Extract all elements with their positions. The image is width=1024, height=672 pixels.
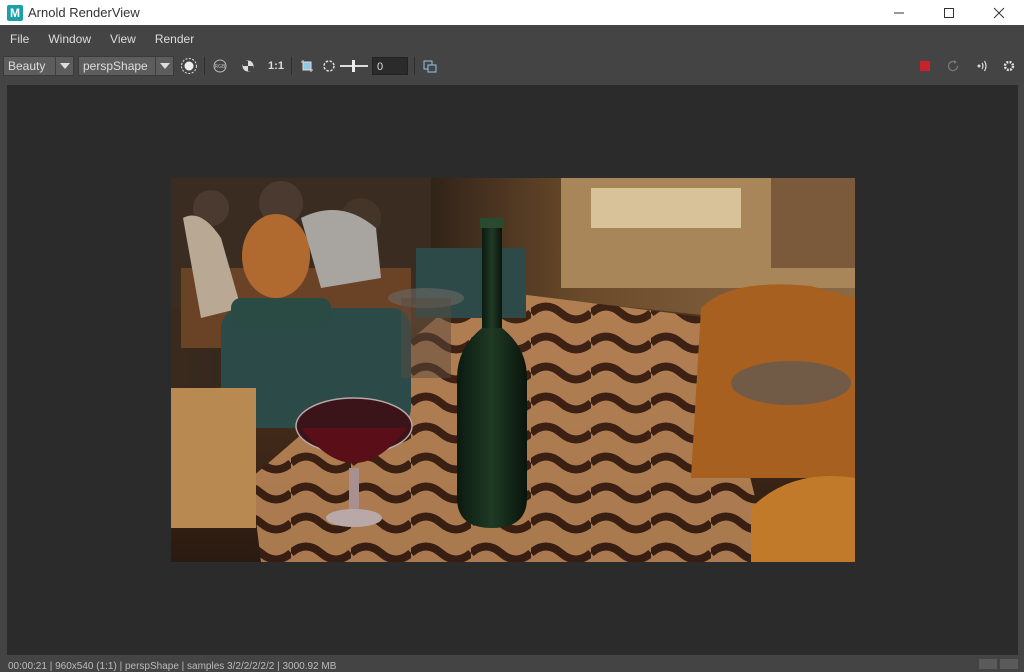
menu-render[interactable]: Render bbox=[145, 32, 203, 46]
crop-region-button[interactable] bbox=[296, 55, 318, 77]
status-text: 00:00:21 | 960x540 (1:1) | perspShape | … bbox=[8, 661, 337, 672]
rgb-channel-button[interactable]: RGB bbox=[209, 55, 231, 77]
status-toggle-icon[interactable] bbox=[1000, 659, 1018, 669]
window-title: Arnold RenderView bbox=[28, 5, 140, 20]
settings-button[interactable] bbox=[998, 55, 1020, 77]
toolbar-separator bbox=[204, 56, 205, 75]
close-icon bbox=[993, 7, 1005, 18]
minimize-icon bbox=[894, 12, 904, 13]
checker-icon bbox=[242, 60, 254, 71]
snapshot-icon bbox=[423, 60, 437, 72]
menu-window[interactable]: Window bbox=[38, 32, 100, 46]
minimize-button[interactable] bbox=[874, 0, 924, 25]
chevron-down-icon bbox=[55, 56, 73, 75]
camera-dropdown[interactable]: perspShape bbox=[78, 55, 174, 76]
maximize-icon bbox=[944, 7, 954, 18]
stop-render-button[interactable] bbox=[914, 55, 936, 77]
status-bar: 00:00:21 | 960x540 (1:1) | perspShape | … bbox=[0, 656, 1024, 672]
title-bar: M Arnold RenderView bbox=[0, 0, 1024, 25]
display-button[interactable] bbox=[178, 55, 200, 77]
exposure-button[interactable] bbox=[318, 55, 340, 77]
aov-selected: Beauty bbox=[8, 58, 46, 73]
window-controls bbox=[874, 0, 1024, 25]
refresh-render-button[interactable] bbox=[942, 55, 964, 77]
stop-icon bbox=[920, 60, 930, 71]
menu-file[interactable]: File bbox=[0, 32, 38, 46]
exposure-icon bbox=[323, 59, 335, 72]
rgb-channel-icon: RGB bbox=[213, 59, 227, 72]
ipr-button[interactable] bbox=[970, 55, 992, 77]
camera-selected: perspShape bbox=[83, 58, 148, 73]
chevron-down-icon bbox=[155, 56, 173, 75]
toolbar-separator bbox=[291, 56, 292, 75]
render-image[interactable] bbox=[171, 178, 855, 562]
circle-display-icon bbox=[181, 57, 197, 74]
status-icons bbox=[979, 659, 1018, 669]
crop-region-icon bbox=[301, 59, 313, 72]
aov-dropdown[interactable]: Beauty bbox=[3, 55, 74, 76]
menu-bar: File Window View Render bbox=[0, 25, 1024, 52]
snapshot-button[interactable] bbox=[419, 55, 441, 77]
svg-text:RGB: RGB bbox=[215, 64, 226, 70]
menu-view[interactable]: View bbox=[100, 32, 145, 46]
status-toggle-icon[interactable] bbox=[979, 659, 997, 669]
slider-handle[interactable] bbox=[352, 59, 355, 72]
render-scene bbox=[171, 178, 855, 562]
ipr-icon bbox=[977, 60, 987, 71]
exposure-value-field[interactable]: 0 bbox=[372, 56, 408, 75]
toolbar-separator bbox=[414, 56, 415, 75]
checker-button[interactable] bbox=[237, 55, 259, 77]
gear-icon bbox=[1003, 60, 1015, 71]
close-button[interactable] bbox=[974, 0, 1024, 25]
exposure-slider[interactable] bbox=[340, 59, 368, 73]
toolbar: Beauty perspShape RGB 1:1 0 bbox=[0, 52, 1024, 79]
ratio-button[interactable]: 1:1 bbox=[265, 55, 287, 77]
refresh-icon bbox=[947, 59, 959, 71]
maximize-button[interactable] bbox=[924, 0, 974, 25]
maya-logo-icon: M bbox=[7, 4, 23, 21]
